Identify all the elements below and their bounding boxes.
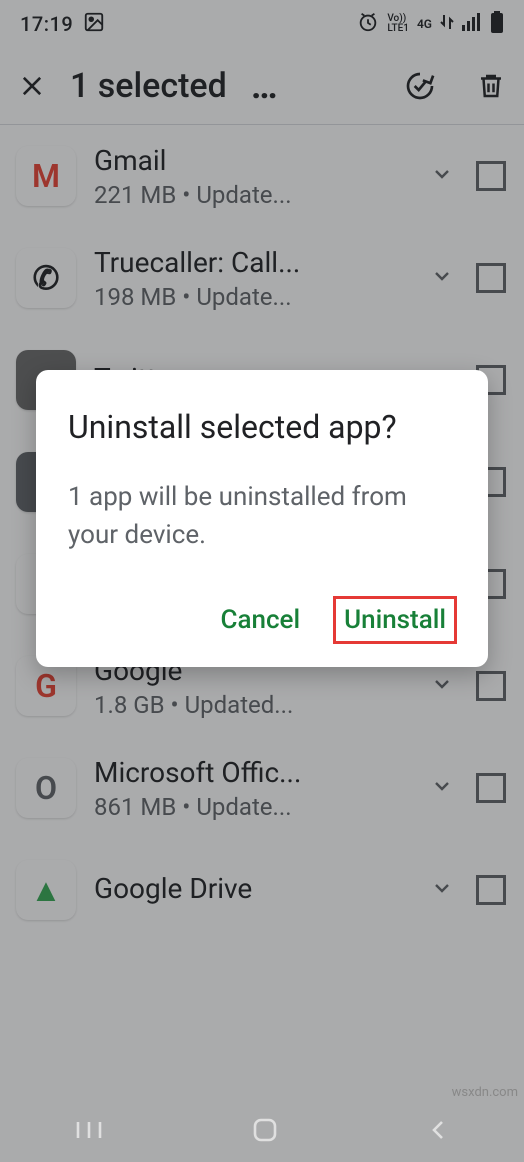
android-navbar [0,1102,524,1162]
watermark: wsxdn.com [452,1085,518,1100]
back-button[interactable] [426,1118,450,1146]
modal-overlay: Uninstall selected app? 1 app will be un… [0,0,524,1162]
recents-button[interactable] [74,1118,104,1146]
home-button[interactable] [251,1116,279,1148]
dialog-message: 1 app will be uninstalled from your devi… [68,479,456,554]
dialog-actions: Cancel Uninstall [68,597,456,643]
uninstall-dialog: Uninstall selected app? 1 app will be un… [36,370,488,667]
uninstall-button[interactable]: Uninstall [334,597,456,643]
cancel-button[interactable]: Cancel [211,597,311,643]
dialog-title: Uninstall selected app? [68,406,456,449]
